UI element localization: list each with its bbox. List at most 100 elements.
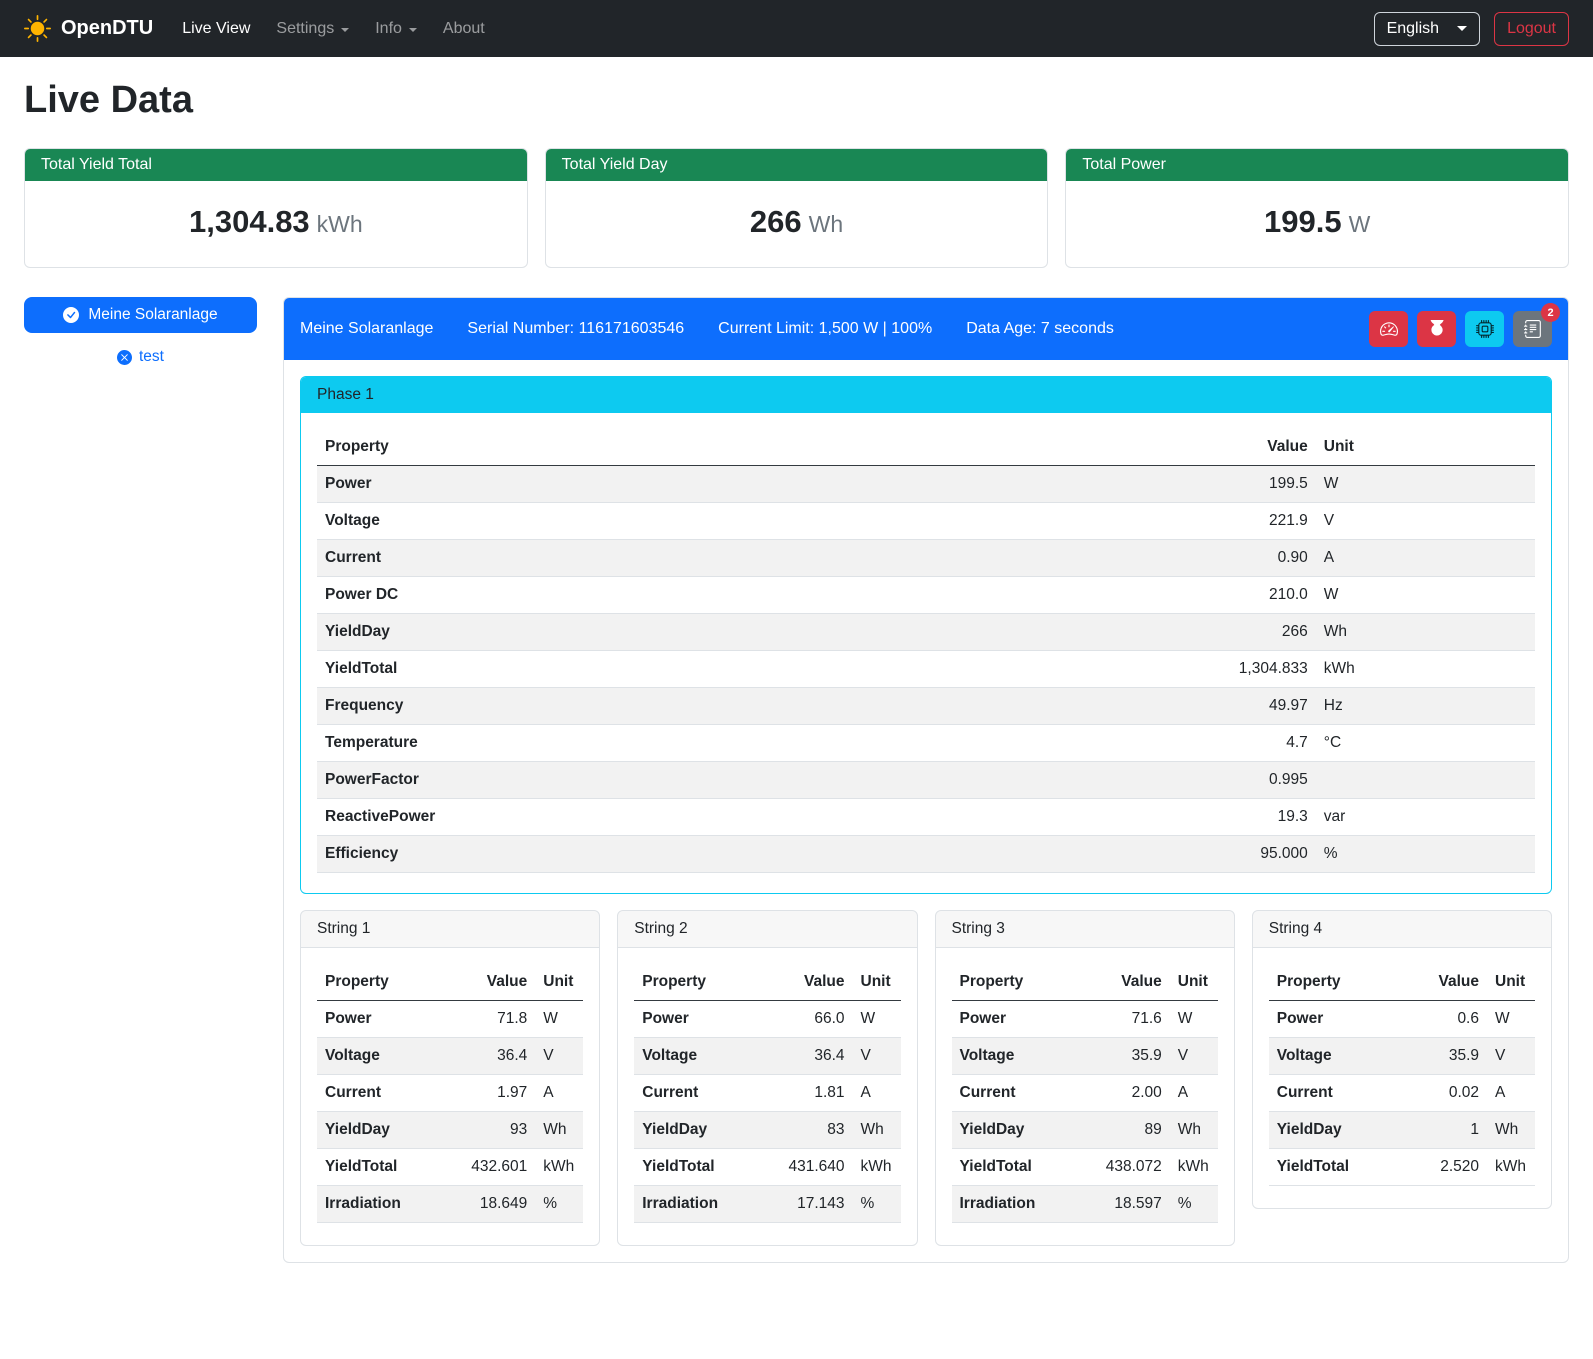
unit-cell: W: [853, 1001, 901, 1038]
unit-cell: %: [535, 1186, 583, 1223]
value-cell: 1,304.833: [1182, 651, 1316, 688]
inverter-name-label: Meine Solaranlage: [88, 306, 217, 324]
card-unit: kWh: [317, 211, 363, 237]
inverter-panel: Meine Solaranlage Serial Number: 1161716…: [283, 297, 1569, 1263]
column-header: Value: [1403, 964, 1487, 1001]
value-cell: 49.97: [1182, 688, 1316, 725]
limit-settings-button[interactable]: [1369, 311, 1408, 347]
sidebar-item-test[interactable]: test: [24, 347, 257, 367]
nav-item-info[interactable]: Info: [362, 12, 430, 46]
column-header: Unit: [1316, 429, 1535, 466]
unit-cell: kWh: [1316, 651, 1535, 688]
property-cell: YieldTotal: [317, 1149, 451, 1186]
unit-cell: V: [853, 1038, 901, 1075]
property-cell: YieldTotal: [952, 1149, 1086, 1186]
table-row: Power0.6W: [1269, 1001, 1535, 1038]
table-row: Voltage35.9V: [952, 1038, 1218, 1075]
table-row: Temperature4.7°C: [317, 725, 1535, 762]
table-header-row: PropertyValueUnit: [634, 964, 900, 1001]
value-cell: 2.520: [1403, 1149, 1487, 1186]
property-cell: YieldDay: [317, 1112, 451, 1149]
property-cell: Current: [317, 540, 1182, 577]
value-cell: 199.5: [1182, 466, 1316, 503]
value-cell: 2.00: [1086, 1075, 1170, 1112]
column-header: Unit: [1170, 964, 1218, 1001]
table-row: YieldDay93Wh: [317, 1112, 583, 1149]
language-select[interactable]: English: [1374, 12, 1480, 46]
value-cell: 18.649: [451, 1186, 535, 1223]
table-row: YieldTotal2.520kWh: [1269, 1149, 1535, 1186]
string-body: PropertyValueUnitPower66.0WVoltage36.4VC…: [618, 948, 916, 1245]
value-cell: 0.995: [1182, 762, 1316, 799]
value-cell: 71.8: [451, 1001, 535, 1038]
value-cell: 0.02: [1403, 1075, 1487, 1112]
unit-cell: W: [1170, 1001, 1218, 1038]
unit-cell: kWh: [535, 1149, 583, 1186]
card-unit: W: [1349, 211, 1371, 237]
nav-item-label: About: [443, 20, 485, 38]
power-button[interactable]: [1417, 311, 1456, 347]
unit-cell: A: [1316, 540, 1535, 577]
x-circle-icon: [117, 350, 132, 365]
column-header: Property: [317, 429, 1182, 466]
unit-cell: %: [1316, 836, 1535, 873]
property-cell: YieldTotal: [634, 1149, 768, 1186]
table-row: YieldTotal438.072kWh: [952, 1149, 1218, 1186]
string-body: PropertyValueUnitPower71.6WVoltage35.9VC…: [936, 948, 1234, 1245]
speedometer-icon: [1380, 320, 1398, 338]
string-table-3: PropertyValueUnitPower71.6WVoltage35.9VC…: [952, 964, 1218, 1223]
nav-links: Live View Settings Info About: [169, 12, 498, 46]
nav-item-label: Settings: [276, 20, 334, 38]
unit-cell: [1316, 762, 1535, 799]
device-info-button[interactable]: [1465, 311, 1504, 347]
nav-item-about[interactable]: About: [430, 12, 498, 46]
unit-cell: %: [853, 1186, 901, 1223]
property-cell: Power DC: [317, 577, 1182, 614]
card-value: 266: [750, 204, 802, 239]
chevron-down-icon: [341, 28, 349, 32]
column-header: Property: [1269, 964, 1403, 1001]
property-cell: Voltage: [1269, 1038, 1403, 1075]
string-body: PropertyValueUnitPower0.6WVoltage35.9VCu…: [1253, 948, 1551, 1208]
property-cell: Current: [317, 1075, 451, 1112]
card-body: 199.5 W: [1066, 181, 1568, 267]
unit-cell: Wh: [1170, 1112, 1218, 1149]
string-table-2: PropertyValueUnitPower66.0WVoltage36.4VC…: [634, 964, 900, 1223]
page-title: Live Data: [24, 79, 1569, 122]
logout-button[interactable]: Logout: [1494, 12, 1569, 46]
nav-item-settings[interactable]: Settings: [263, 12, 362, 46]
table-header-row: PropertyValueUnit: [317, 964, 583, 1001]
inverter-panel-header: Meine Solaranlage Serial Number: 1161716…: [284, 298, 1568, 360]
navbar: OpenDTU Live View Settings Info About En…: [0, 0, 1593, 57]
value-cell: 432.601: [451, 1149, 535, 1186]
nav-item-label: Info: [375, 20, 402, 38]
table-row: YieldTotal432.601kWh: [317, 1149, 583, 1186]
property-cell: Power: [952, 1001, 1086, 1038]
cpu-icon: [1476, 320, 1494, 338]
table-header-row: PropertyValueUnit: [1269, 964, 1535, 1001]
string-title: String 4: [1253, 911, 1551, 948]
property-cell: Current: [952, 1075, 1086, 1112]
inverter-select-button[interactable]: Meine Solaranlage: [24, 297, 257, 333]
column-header: Value: [769, 964, 853, 1001]
value-cell: 36.4: [769, 1038, 853, 1075]
nav-item-live-view[interactable]: Live View: [169, 12, 263, 46]
power-icon: [1428, 320, 1446, 338]
unit-cell: V: [535, 1038, 583, 1075]
brand-logo[interactable]: OpenDTU: [24, 15, 153, 42]
event-log-button[interactable]: 2: [1513, 311, 1552, 347]
table-row: Voltage36.4V: [634, 1038, 900, 1075]
unit-cell: kWh: [1170, 1149, 1218, 1186]
table-row: Power199.5W: [317, 466, 1535, 503]
table-row: YieldTotal1,304.833kWh: [317, 651, 1535, 688]
strings-row: String 1 PropertyValueUnitPower71.8WVolt…: [300, 910, 1552, 1246]
summary-card-total-yield-day: Total Yield Day 266Wh: [545, 148, 1049, 268]
table-row: Power71.8W: [317, 1001, 583, 1038]
value-cell: 1: [1403, 1112, 1487, 1149]
unit-cell: A: [1170, 1075, 1218, 1112]
main-row: Meine Solaranlage test Meine Solaranlage…: [24, 297, 1569, 1263]
card-value: 199.5: [1264, 204, 1342, 239]
unit-cell: kWh: [853, 1149, 901, 1186]
sun-icon: [24, 15, 51, 42]
phase-card: Phase 1 PropertyValueUnitPower199.5WVolt…: [300, 376, 1552, 894]
